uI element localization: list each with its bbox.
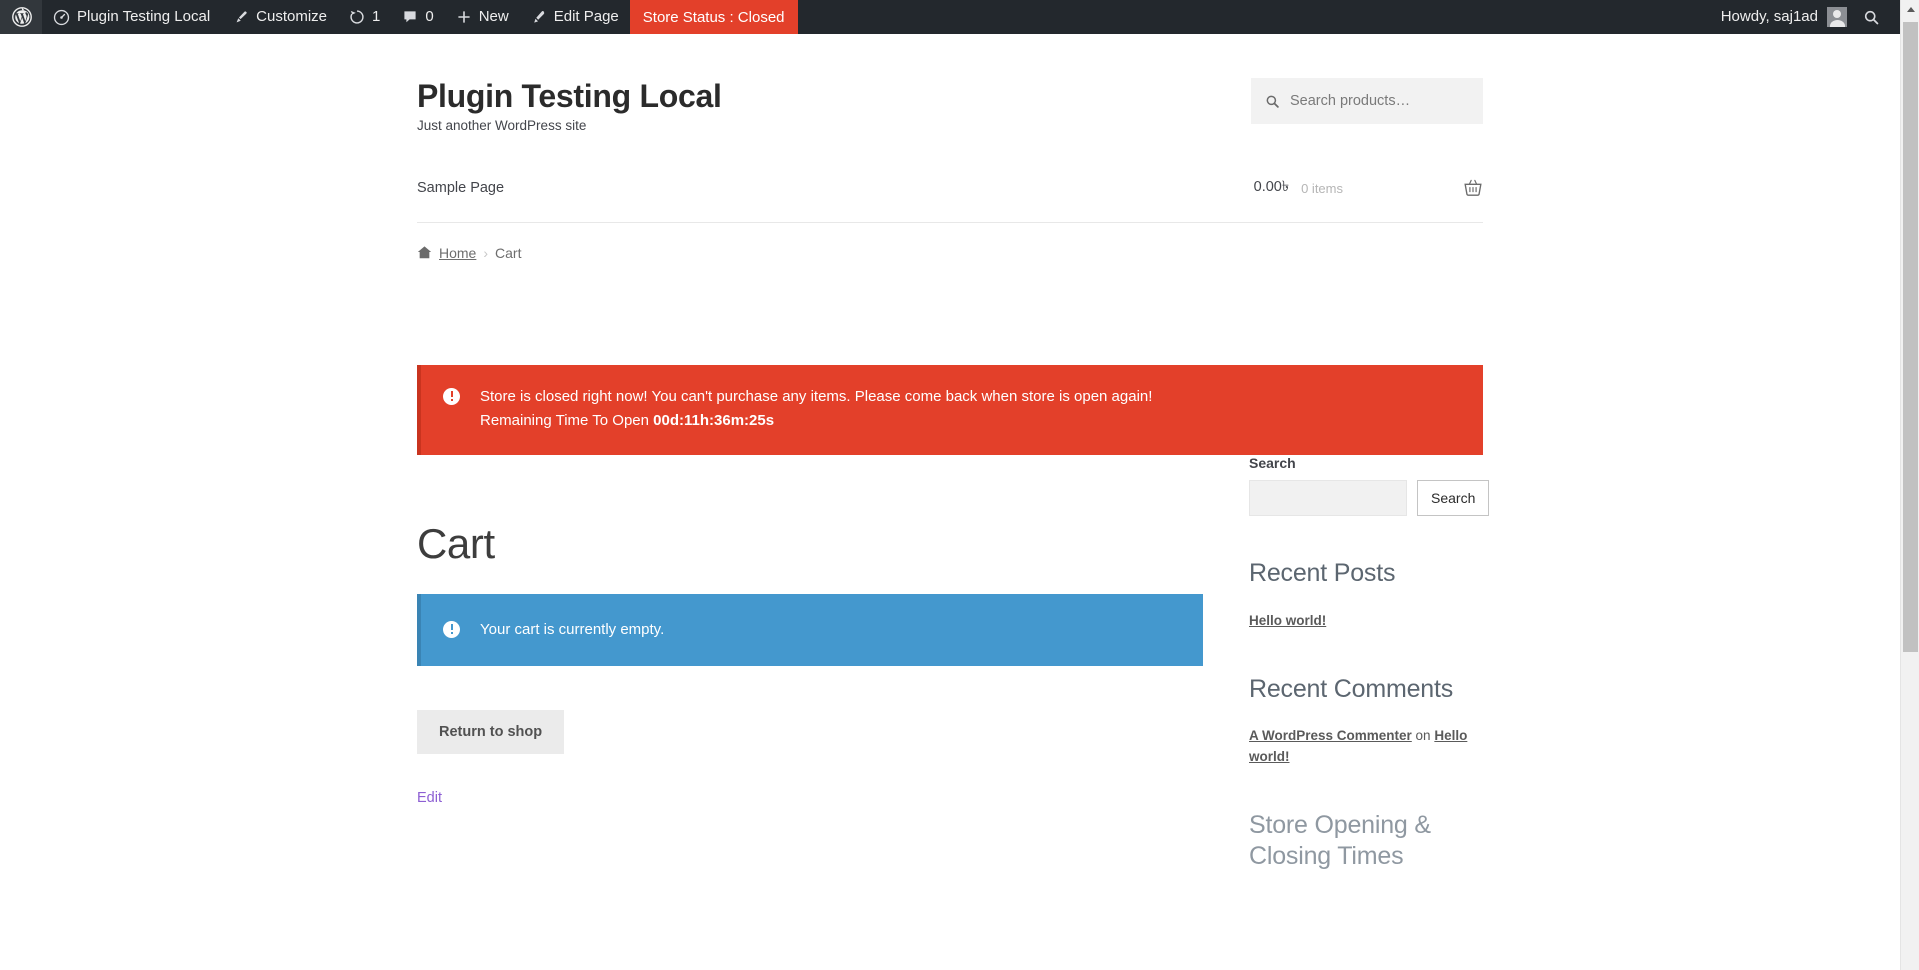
widget-search: Search Search bbox=[1249, 455, 1490, 517]
exclamation-circle-icon bbox=[443, 621, 460, 639]
scroll-up-arrow-icon[interactable] bbox=[1901, 0, 1919, 19]
pencil-icon bbox=[531, 9, 547, 25]
admin-bar-updates[interactable]: 1 bbox=[338, 0, 391, 34]
cart-empty-notice: Your cart is currently empty. bbox=[417, 593, 1203, 666]
breadcrumb-separator: › bbox=[483, 244, 489, 261]
list-item: A WordPress Commenter on Hello world! bbox=[1249, 726, 1483, 768]
return-to-shop-button[interactable]: Return to shop bbox=[417, 709, 565, 754]
product-search-placeholder: Search products… bbox=[1290, 93, 1411, 109]
admin-bar-comments-count: 0 bbox=[425, 8, 434, 25]
wordpress-logo-icon bbox=[12, 7, 32, 27]
search-widget-row: Search bbox=[1249, 480, 1490, 517]
cart-button[interactable] bbox=[1463, 178, 1483, 198]
wp-admin-bar: Plugin Testing Local Customize 1 0 New E… bbox=[0, 0, 1900, 34]
admin-bar-howdy-label: Howdy, saj1ad bbox=[1720, 8, 1818, 25]
store-closed-alert-body: Store is closed right now! You can't pur… bbox=[480, 385, 1461, 434]
admin-bar-site-name-label: Plugin Testing Local bbox=[77, 8, 211, 25]
primary-menu: Sample Page bbox=[417, 180, 504, 196]
admin-bar-my-account[interactable]: Howdy, saj1ad bbox=[1710, 0, 1853, 34]
admin-bar-edit-page-label: Edit Page bbox=[553, 8, 619, 25]
dashboard-icon bbox=[53, 9, 70, 26]
store-times-title: Store Opening & Closing Times bbox=[1249, 810, 1431, 870]
admin-bar-customize-label: Customize bbox=[256, 8, 328, 25]
nav-item-sample-page[interactable]: Sample Page bbox=[417, 180, 504, 196]
admin-bar-new-label: New bbox=[478, 8, 509, 25]
site-branding: Plugin Testing Local Just another WordPr… bbox=[417, 56, 722, 133]
breadcrumb-current: Cart bbox=[495, 244, 522, 261]
admin-bar-new[interactable]: New bbox=[445, 0, 520, 34]
cart-column: Cart Your cart is currently empty. Retur… bbox=[417, 455, 1249, 893]
cart-item-count: 0 items bbox=[1301, 180, 1343, 196]
widget-store-times: Store Opening & Closing Times bbox=[1249, 810, 1483, 873]
shopping-basket-icon bbox=[1463, 178, 1483, 198]
wordpress-logo-button[interactable] bbox=[0, 0, 42, 34]
admin-bar-comments[interactable]: 0 bbox=[391, 0, 444, 34]
paintbrush-icon bbox=[232, 9, 249, 26]
plus-icon bbox=[456, 9, 472, 25]
comment-bubble-icon bbox=[402, 9, 418, 25]
store-closed-alert-countdown-line: Remaining Time To Open 00d:11h:36m:25s bbox=[480, 409, 1461, 433]
site-header: Plugin Testing Local Just another WordPr… bbox=[417, 34, 1483, 133]
page-scrollbar[interactable] bbox=[1900, 0, 1919, 970]
main-column: Store is closed right now! You can't pur… bbox=[417, 364, 1490, 893]
site-content: Plugin Testing Local Just another WordPr… bbox=[0, 34, 1900, 970]
comment-on-text: on bbox=[1411, 727, 1435, 743]
site-tagline: Just another WordPress site bbox=[417, 117, 587, 133]
edit-page-link[interactable]: Edit bbox=[417, 790, 1249, 806]
search-input[interactable] bbox=[1249, 480, 1407, 517]
breadcrumb-home-link[interactable]: Home bbox=[439, 245, 476, 261]
admin-bar-edit-page[interactable]: Edit Page bbox=[520, 0, 630, 34]
search-icon bbox=[1265, 94, 1280, 109]
scrollbar-thumb[interactable] bbox=[1903, 22, 1918, 652]
exclamation-circle-icon bbox=[443, 387, 460, 405]
admin-bar-store-status[interactable]: Store Status : Closed bbox=[629, 0, 798, 34]
admin-bar-updates-count: 1 bbox=[372, 8, 381, 25]
cart-summary: 0.00৳ 0 items bbox=[1254, 176, 1483, 200]
primary-navigation-row: Sample Page 0.00৳ 0 items bbox=[417, 155, 1483, 223]
search-submit-button[interactable]: Search bbox=[1417, 480, 1490, 517]
product-search-input[interactable]: Search products… bbox=[1251, 78, 1483, 124]
store-closed-alert-message: Store is closed right now! You can't pur… bbox=[480, 387, 1153, 405]
widget-recent-posts: Recent Posts Hello world! bbox=[1249, 558, 1483, 631]
cart-empty-notice-text: Your cart is currently empty. bbox=[480, 620, 665, 638]
recent-comments-title: Recent Comments bbox=[1249, 674, 1454, 703]
search-widget-label: Search bbox=[1249, 455, 1296, 472]
list-item[interactable]: Hello world! bbox=[1249, 613, 1326, 628]
admin-bar-right-group: Howdy, saj1ad bbox=[1710, 0, 1900, 34]
home-icon bbox=[417, 245, 432, 260]
site-title[interactable]: Plugin Testing Local bbox=[417, 78, 722, 115]
content-area: Store is closed right now! You can't pur… bbox=[417, 261, 1490, 893]
widget-recent-comments: Recent Comments A WordPress Commenter on… bbox=[1249, 674, 1483, 768]
recent-posts-list: Hello world! bbox=[1249, 611, 1483, 632]
search-icon bbox=[1863, 9, 1880, 26]
admin-bar-customize[interactable]: Customize bbox=[221, 0, 338, 34]
admin-bar-search-button[interactable] bbox=[1853, 0, 1894, 34]
admin-bar-left-group: Plugin Testing Local Customize 1 0 New E… bbox=[0, 0, 798, 34]
page-title: Cart bbox=[417, 520, 495, 568]
admin-bar-store-status-label: Store Status : Closed bbox=[642, 8, 785, 26]
avatar bbox=[1827, 7, 1847, 27]
countdown-value: 00d:11h:36m:25s bbox=[653, 412, 775, 430]
admin-bar-site-name[interactable]: Plugin Testing Local bbox=[42, 0, 221, 34]
cart-total-amount: 0.00৳ bbox=[1253, 179, 1290, 196]
page-container: Plugin Testing Local Just another WordPr… bbox=[417, 34, 1490, 893]
columns: Cart Your cart is currently empty. Retur… bbox=[417, 455, 1490, 893]
updates-icon bbox=[349, 9, 365, 25]
comment-author-link[interactable]: A WordPress Commenter bbox=[1249, 728, 1412, 743]
sidebar: Search Search Recent Posts Hello world! bbox=[1249, 455, 1490, 893]
recent-posts-title: Recent Posts bbox=[1249, 559, 1396, 588]
countdown-label: Remaining Time To Open bbox=[480, 412, 654, 430]
store-closed-alert: Store is closed right now! You can't pur… bbox=[417, 364, 1483, 456]
breadcrumb: Home › Cart bbox=[417, 223, 1483, 261]
browser-viewport: Plugin Testing Local Customize 1 0 New E… bbox=[0, 0, 1919, 970]
